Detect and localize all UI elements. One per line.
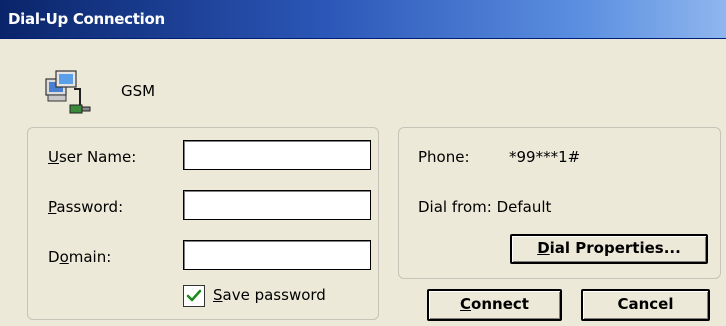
connect-button[interactable]: Connect [427,289,562,321]
domain-label: Domain: [48,248,112,266]
dial-properties-button[interactable]: Dial Properties... [510,234,708,264]
user-name-label: User Name: [48,148,137,166]
title-bar[interactable]: Dial-Up Connection [0,0,726,39]
save-password-label[interactable]: Save password [213,286,326,304]
password-label: Password: [48,198,124,216]
dial-from-text: Dial from: Default [418,198,552,216]
domain-field[interactable] [183,240,371,270]
checkmark-icon [186,289,202,302]
phone-label: Phone: [418,148,470,166]
user-name-field[interactable] [183,140,371,170]
network-computers-icon [45,70,91,114]
window-title: Dial-Up Connection [8,10,165,28]
phone-value: *99***1# [509,148,581,166]
connection-name: GSM [121,82,156,100]
save-password-checkbox[interactable] [183,285,205,307]
cancel-button[interactable]: Cancel [581,289,710,321]
password-field[interactable] [183,190,371,220]
